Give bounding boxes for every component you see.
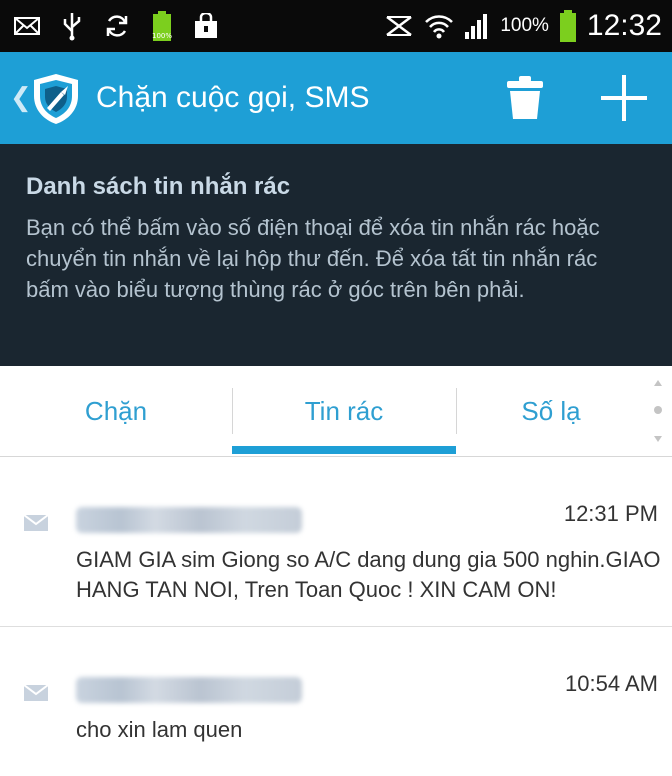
sync-icon	[104, 13, 130, 39]
info-title: Danh sách tin nhắn rác	[26, 173, 291, 200]
status-bar: 100% 100% 12:32	[0, 0, 672, 52]
nfc-icon	[384, 14, 414, 38]
status-bar-system: 100% 12:32	[384, 0, 662, 52]
sender-number-blurred[interactable]	[76, 507, 302, 533]
info-panel: Danh sách tin nhắn rác Bạn có thể bấm và…	[0, 144, 672, 366]
envelope-icon	[23, 514, 49, 531]
tab-blocked[interactable]: Chặn	[0, 366, 232, 456]
app-shield-logo-icon[interactable]	[30, 72, 82, 126]
svg-text:100%: 100%	[152, 32, 172, 40]
status-bar-clock: 12:32	[586, 9, 662, 42]
sender-number-blurred[interactable]	[76, 677, 302, 703]
battery-full-icon: 100%	[152, 10, 172, 42]
list-item[interactable]: 12:31 PM GIAM GIA sim Giong so A/C dang …	[0, 457, 672, 627]
status-bar-notifications: 100%	[14, 0, 218, 52]
add-button[interactable]	[594, 68, 654, 128]
message-time: 10:54 AM	[565, 671, 658, 696]
back-chevron-icon[interactable]: ❮	[10, 82, 32, 112]
selected-tab-indicator	[232, 446, 456, 454]
usb-icon	[62, 11, 82, 41]
info-description: Bạn có thể bấm vào số điện thoại để xóa …	[26, 215, 600, 302]
plus-icon	[601, 75, 647, 121]
shopping-bag-icon	[194, 13, 218, 39]
tab-unknown-numbers[interactable]: Số lạ	[456, 366, 646, 456]
tab-scroll-indicator[interactable]	[650, 374, 666, 444]
tab-spam[interactable]: Tin rác	[232, 366, 456, 456]
message-body: cho xin lam quen	[76, 717, 243, 742]
envelope-icon	[23, 684, 49, 701]
trash-icon	[507, 76, 543, 119]
action-bar: ❮ Chặn cuộc gọi, SMS	[0, 52, 672, 144]
signal-icon	[464, 12, 490, 40]
list-item[interactable]: 10:54 AM cho xin lam quen	[0, 627, 672, 757]
delete-all-button[interactable]	[498, 70, 552, 126]
wifi-icon	[424, 12, 454, 40]
message-body: GIAM GIA sim Giong so A/C dang dung gia …	[76, 547, 661, 602]
battery-icon	[559, 9, 577, 43]
message-time: 12:31 PM	[563, 501, 658, 526]
battery-percent: 100%	[500, 15, 549, 36]
mail-icon	[14, 16, 40, 36]
tab-bar: Chặn Tin rác Số lạ	[0, 366, 672, 457]
action-bar-title: Chặn cuộc gọi, SMS	[96, 81, 370, 114]
